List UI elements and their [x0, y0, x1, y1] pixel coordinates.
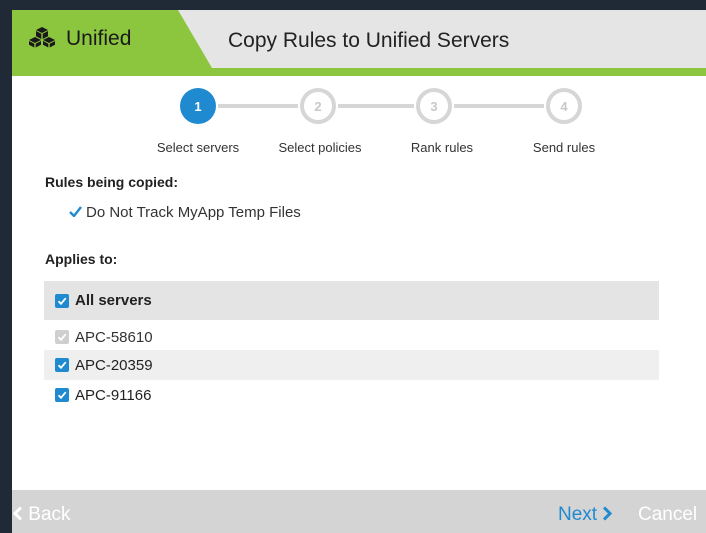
server-name: APC-91166 [75, 386, 152, 404]
back-button-label: Back [28, 504, 71, 525]
checkmark-icon [69, 204, 82, 221]
step-3-label: Rank rules [410, 140, 474, 155]
copy-rules-dialog: Unified Copy Rules to Unified Servers 1 … [12, 10, 706, 533]
cancel-button[interactable]: Cancel [638, 490, 697, 533]
next-button[interactable]: Next [558, 490, 613, 533]
step-number: 1 [194, 98, 202, 114]
server-checkbox[interactable] [55, 358, 69, 372]
step-1-label: Select servers [156, 140, 240, 155]
step-number: 4 [560, 98, 568, 114]
all-servers-label: All servers [75, 292, 152, 309]
step-4-indicator: 4 [546, 88, 582, 124]
step-connector [338, 104, 414, 108]
step-1-indicator: 1 [180, 88, 216, 124]
server-row[interactable]: APC-20359 [44, 350, 659, 380]
copied-rule-item: Do Not Track MyApp Temp Files [69, 204, 301, 221]
step-number: 2 [314, 98, 322, 114]
brand-tab: Unified [12, 10, 212, 68]
server-checkbox-disabled [55, 330, 69, 344]
step-4-label: Send rules [532, 140, 596, 155]
step-connector [218, 104, 298, 108]
all-servers-row[interactable]: All servers [44, 281, 659, 320]
chevron-right-icon [602, 504, 613, 525]
server-name: APC-20359 [75, 356, 153, 374]
copied-rule-label: Do Not Track MyApp Temp Files [86, 204, 301, 221]
server-checkbox[interactable] [55, 388, 69, 402]
step-number: 3 [430, 98, 438, 114]
dialog-title: Copy Rules to Unified Servers [228, 29, 510, 52]
step-3-indicator: 3 [416, 88, 452, 124]
next-button-label: Next [558, 504, 598, 525]
step-2-label: Select policies [278, 140, 362, 155]
all-servers-checkbox[interactable] [55, 293, 69, 308]
dialog-footer: Back Next Cancel [12, 490, 706, 533]
brand-label: Unified [66, 27, 132, 50]
rules-heading: Rules being copied: [45, 174, 179, 190]
chevron-left-icon [12, 504, 28, 525]
cubes-icon [28, 26, 56, 53]
step-connector [454, 104, 544, 108]
step-2-indicator: 2 [300, 88, 336, 124]
applies-heading: Applies to: [45, 251, 118, 267]
server-name: APC-58610 [75, 328, 153, 346]
back-button[interactable]: Back [12, 490, 71, 533]
wizard-stepper: 1 2 3 4 Select servers Select policies R… [12, 88, 706, 158]
server-row[interactable]: APC-91166 [44, 380, 659, 410]
server-row: APC-58610 [44, 322, 659, 352]
dialog-header: Unified Copy Rules to Unified Servers [12, 10, 706, 76]
